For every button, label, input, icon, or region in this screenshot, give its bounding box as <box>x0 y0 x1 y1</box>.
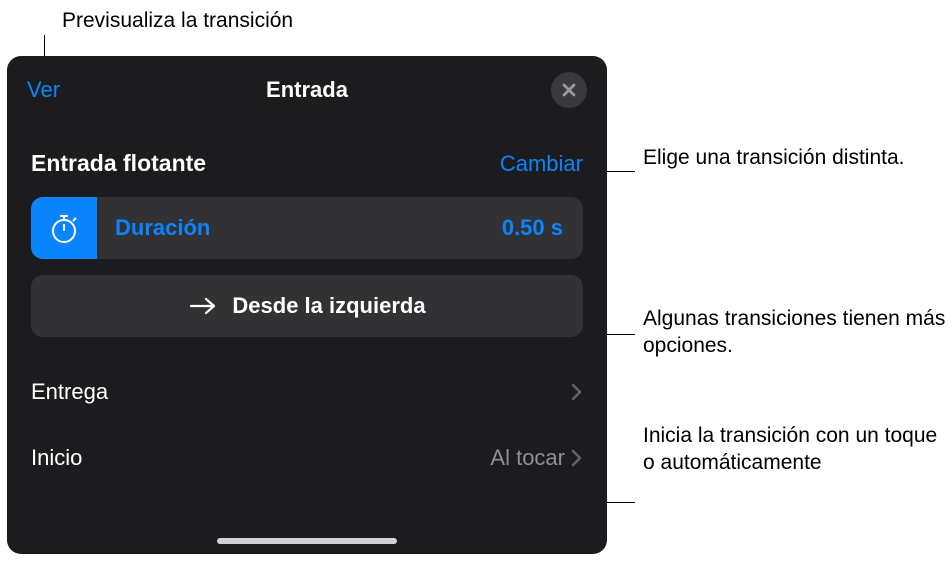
duration-row[interactable]: Duración 0.50 s <box>31 197 583 259</box>
callout-options: Algunas transiciones tienen más opciones… <box>643 305 952 360</box>
panel-title: Entrada <box>266 77 348 103</box>
start-value: Al tocar <box>490 445 565 471</box>
preview-button[interactable]: Ver <box>27 77 60 103</box>
delivery-label: Entrega <box>31 379 108 405</box>
direction-label: Desde la izquierda <box>232 293 425 319</box>
home-indicator <box>217 538 397 544</box>
stopwatch-icon <box>47 211 81 245</box>
callout-preview: Previsualiza la transición <box>62 7 293 34</box>
direction-row[interactable]: Desde la izquierda <box>31 275 583 337</box>
callout-start: Inicia la transición con un toque o auto… <box>643 422 952 477</box>
duration-value: 0.50 s <box>502 215 583 241</box>
chevron-right-icon <box>571 448 583 468</box>
close-button[interactable] <box>551 72 587 108</box>
start-row[interactable]: Inicio Al tocar <box>7 425 607 491</box>
transition-panel: Ver Entrada Entrada flotante Cambiar Dur… <box>7 56 607 554</box>
close-icon <box>561 82 577 98</box>
start-value-wrap: Al tocar <box>490 445 583 471</box>
arrow-right-icon <box>188 295 218 317</box>
change-transition-button[interactable]: Cambiar <box>500 151 583 177</box>
timer-icon-box <box>31 197 97 259</box>
duration-label: Duración <box>97 215 502 241</box>
start-label: Inicio <box>31 445 82 471</box>
panel-header: Ver Entrada <box>7 56 607 122</box>
chevron-right-icon <box>571 382 583 402</box>
callout-choose: Elige una transición distinta. <box>643 144 905 171</box>
delivery-row[interactable]: Entrega <box>7 359 607 425</box>
transition-name: Entrada flotante <box>31 150 206 177</box>
delivery-value <box>571 382 583 402</box>
section-header: Entrada flotante Cambiar <box>7 122 607 191</box>
list-rows: Entrega Inicio Al tocar <box>7 359 607 491</box>
